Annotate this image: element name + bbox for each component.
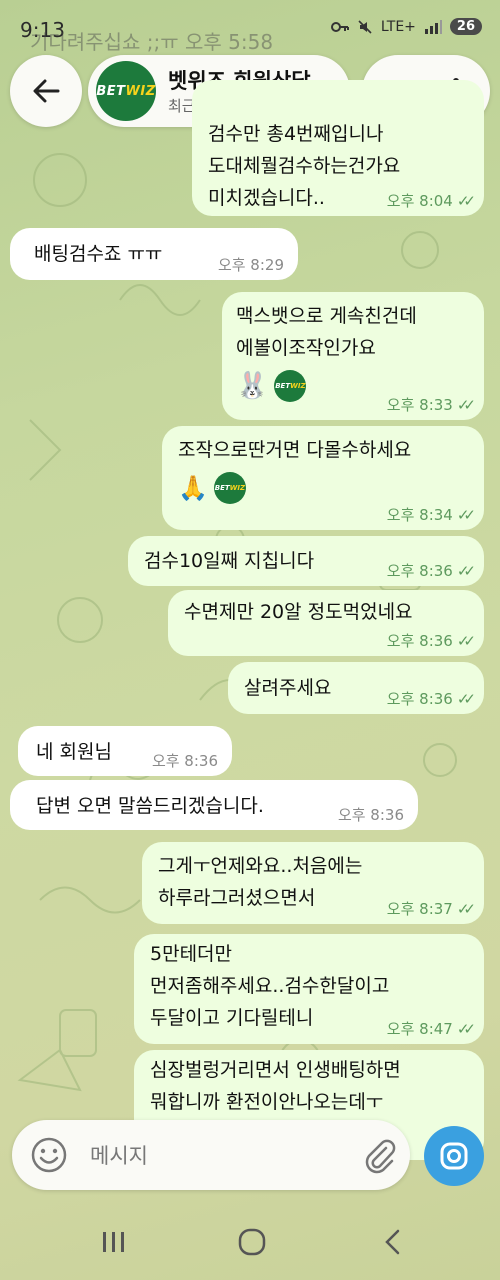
network-type: LTE+ (380, 18, 416, 35)
double-check-icon: ✓✓ (456, 1020, 476, 1038)
rabbit-emoji-icon: 🐰 (236, 371, 269, 401)
message-bubble[interactable]: 검수10일째 지칩니다 오후 8:36 ✓✓ (128, 536, 484, 586)
double-check-icon: ✓✓ (456, 192, 476, 210)
message-bubble[interactable]: 답변 오면 말씀드리겠습니다. 오후 8:36 (10, 780, 418, 830)
message-bubble[interactable]: 네 회원님 오후 8:36 (18, 726, 232, 776)
message-meta: 오후 8:34 ✓✓ (386, 506, 476, 524)
back-button[interactable] (10, 55, 82, 127)
double-check-icon: ✓✓ (456, 562, 476, 580)
attach-button[interactable] (360, 1136, 398, 1174)
message-bubble[interactable]: 조작으로딴거면 다몰수하세요 🙏 BETWIZ 오후 8:34 ✓✓ (162, 426, 484, 530)
message-meta: 오후 8:04 ✓✓ (386, 192, 476, 210)
paperclip-icon (365, 1139, 396, 1174)
betwiz-logo-icon: BETWIZ (213, 472, 246, 504)
message-text: 심장벌렁거리면서 인생배팅하면 뭐합니까 환전이안나오는데ㅜ (150, 1059, 401, 1113)
back-nav-button[interactable] (372, 1222, 412, 1262)
message-meta: 오후 8:36 ✓✓ (386, 690, 476, 708)
message-bubble[interactable]: 살려주세요 오후 8:36 ✓✓ (228, 662, 484, 714)
smiley-icon (31, 1137, 67, 1173)
double-check-icon: ✓✓ (456, 900, 476, 918)
arrow-left-icon (33, 79, 60, 103)
status-icons: LTE+ 26 (330, 18, 482, 35)
recent-apps-icon (103, 1232, 124, 1252)
home-icon (238, 1228, 266, 1256)
camera-button[interactable] (424, 1126, 484, 1186)
signal-icon (424, 19, 442, 34)
message-meta: 오후 8:36 (337, 806, 404, 824)
battery-level: 26 (449, 18, 482, 35)
message-input[interactable] (88, 1138, 342, 1174)
message-bubble[interactable]: 검수만 총4번째입니나 도대체뭘검수하는건가요 미치겠습니다.. 오후 8:04… (192, 80, 484, 216)
pray-emoji-icon: 🙏 (178, 474, 208, 502)
chevron-left-icon (385, 1229, 400, 1255)
message-meta: 오후 8:29 (217, 256, 284, 274)
mute-icon (358, 19, 372, 34)
recent-apps-button[interactable] (94, 1222, 134, 1262)
message-bubble[interactable]: 그게ㅜ언제와요..처음에는 하루라그러셨으면서 오후 8:37 ✓✓ (142, 842, 484, 924)
message-meta: 오후 8:33 ✓✓ (386, 396, 476, 414)
double-check-icon: ✓✓ (456, 506, 476, 524)
message-meta: 오후 8:37 ✓✓ (386, 900, 476, 918)
double-check-icon: ✓✓ (456, 690, 476, 708)
emoji-button[interactable] (30, 1136, 68, 1174)
message-meta: 오후 8:36 ✓✓ (386, 562, 476, 580)
system-navigation-bar (0, 1200, 500, 1280)
message-meta: 오후 8:36 ✓✓ (386, 632, 476, 650)
message-bubble[interactable]: 5만테더만 먼저좀해주세요..검수한달이고 두달이고 기다릴테니 오후 8:47… (134, 934, 484, 1044)
double-check-icon: ✓✓ (456, 396, 476, 414)
betwiz-logo-icon: BETWIZ (274, 370, 307, 402)
sticker-row: 🙏 BETWIZ (178, 472, 470, 504)
message-bubble[interactable]: 맥스뱃으로 게속친건데 에볼이조작인가요 🐰 BETWIZ 오후 8:33 ✓✓ (222, 292, 484, 420)
avatar-logo: BETWIZ (96, 83, 156, 99)
key-icon (330, 21, 349, 32)
message-text: 조작으로딴거면 다몰수하세요 (178, 439, 412, 461)
message-bubble[interactable]: 수면제만 20알 정도먹었네요 오후 8:36 ✓✓ (168, 590, 484, 656)
message-bubble[interactable]: 배팅검수죠 ㅠㅠ 오후 8:29 (10, 228, 298, 280)
message-composer (12, 1120, 410, 1190)
message-text: 맥스뱃으로 게속친건데 에볼이조작인가요 (236, 305, 417, 359)
double-check-icon: ✓✓ (456, 632, 476, 650)
avatar: BETWIZ (96, 61, 156, 121)
message-text: 수면제만 20알 정도먹었네요 (184, 601, 413, 623)
message-meta: 오후 8:47 ✓✓ (386, 1020, 476, 1038)
partial-previous-message: 기다려주십쇼 ;;ㅠ 오후 5:58 (30, 30, 274, 54)
camera-icon (440, 1142, 468, 1170)
home-button[interactable] (232, 1222, 272, 1262)
message-meta: 오후 8:36 (151, 752, 218, 770)
